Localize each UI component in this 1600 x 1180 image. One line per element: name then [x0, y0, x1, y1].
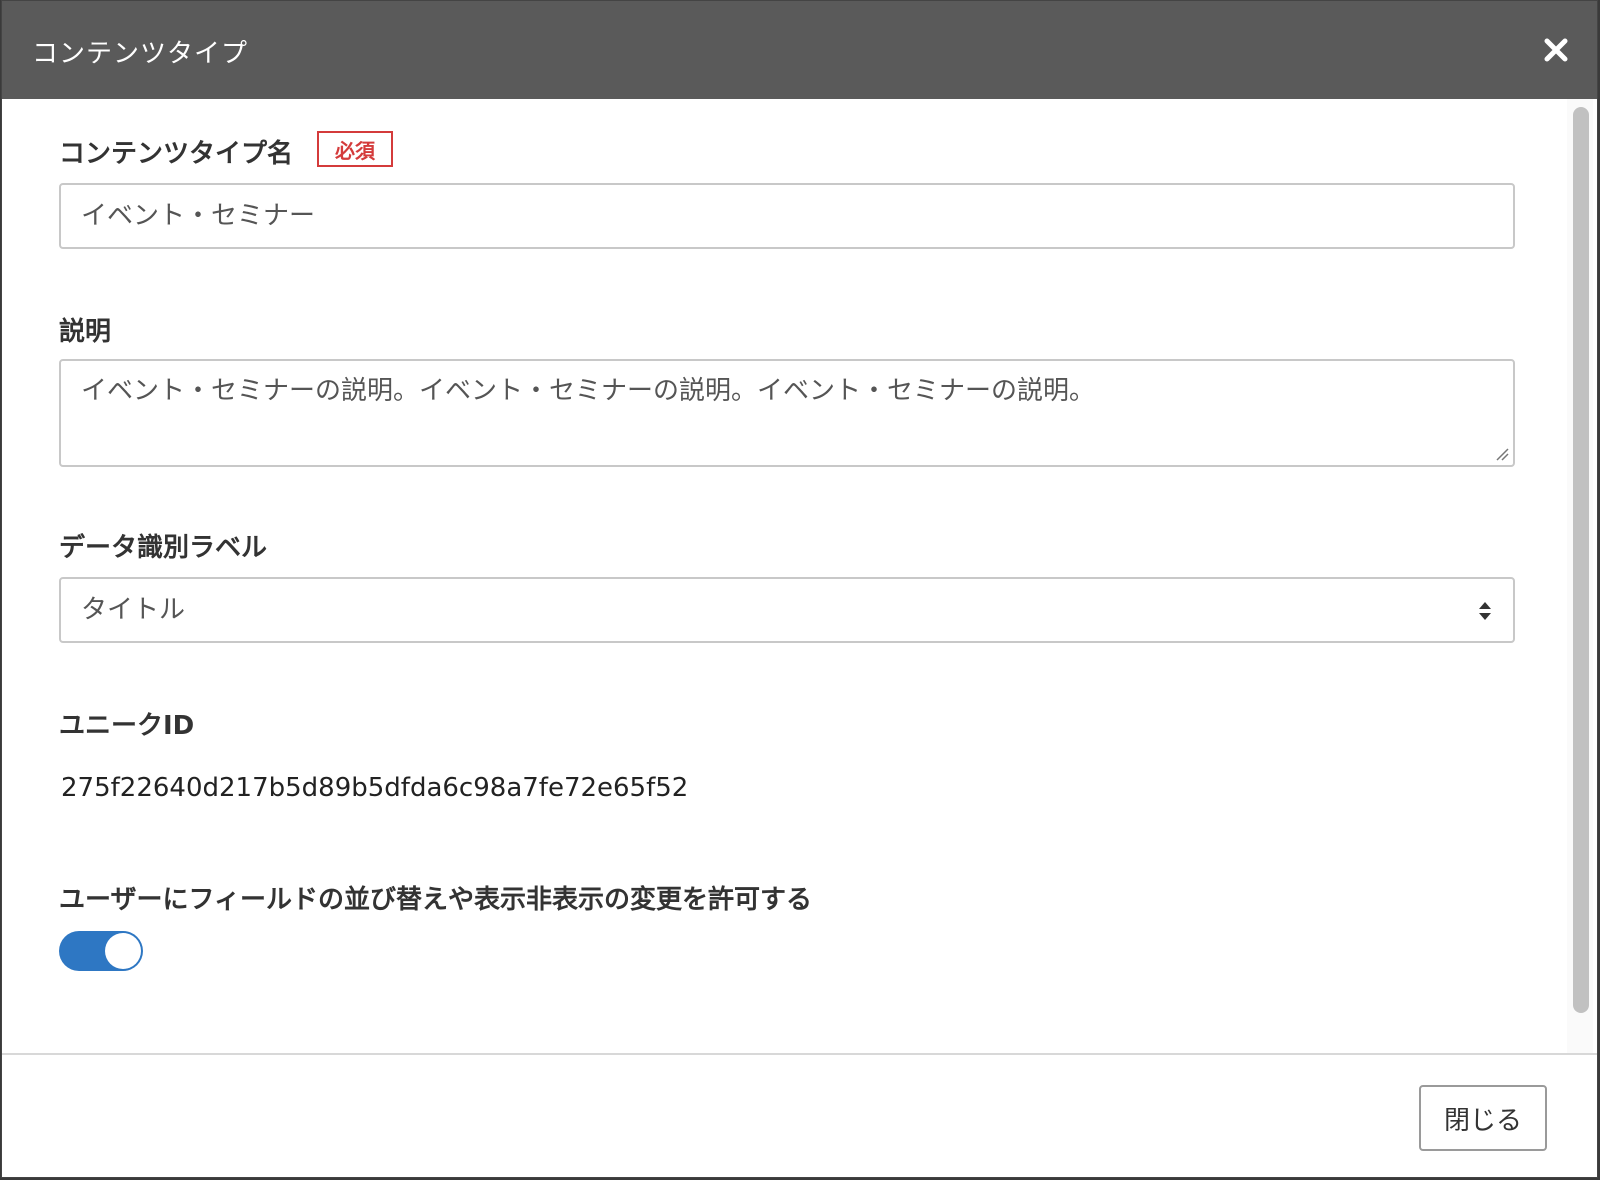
description-textarea[interactable]: イベント・セミナーの説明。イベント・セミナーの説明。イベント・セミナーの説明。 [59, 359, 1515, 467]
data-label-label: データ識別ラベル [59, 533, 268, 563]
modal-body: コンテンツタイプ名 必須 イベント・セミナー 説明 イベント・セミナーの説明。イ… [2, 99, 1567, 1053]
description-label: 説明 [59, 317, 112, 347]
content-type-modal: コンテンツタイプ コンテンツタイプ名 必須 イベント・セミナー 説明 イベント・… [1, 0, 1598, 1178]
content-type-name-input[interactable]: イベント・セミナー [59, 183, 1515, 249]
unique-id-label: ユニークID [59, 711, 195, 741]
content-type-name-label: コンテンツタイプ名 [59, 139, 294, 169]
data-label-select[interactable]: タイトル [59, 577, 1515, 643]
select-arrows-icon [1479, 602, 1491, 620]
resize-grip-icon[interactable] [1495, 447, 1509, 461]
allow-reorder-label: ユーザーにフィールドの並び替えや表示非表示の変更を許可する [59, 885, 812, 915]
data-label-selected: タイトル [81, 595, 186, 625]
scrollbar-thumb[interactable] [1573, 107, 1589, 1013]
close-icon[interactable] [1541, 35, 1571, 65]
unique-id-value: 275f22640d217b5d89b5dfda6c98a7fe72e65f52 [61, 773, 689, 803]
modal-title: コンテンツタイプ [32, 39, 249, 69]
modal-header: コンテンツタイプ [2, 1, 1597, 99]
required-badge: 必須 [317, 131, 393, 167]
allow-reorder-toggle[interactable] [59, 931, 143, 971]
modal-footer: 閉じる [2, 1053, 1597, 1177]
toggle-knob [105, 933, 141, 969]
description-text: イベント・セミナーの説明。イベント・セミナーの説明。イベント・セミナーの説明。 [81, 376, 1096, 406]
close-button[interactable]: 閉じる [1419, 1085, 1547, 1151]
